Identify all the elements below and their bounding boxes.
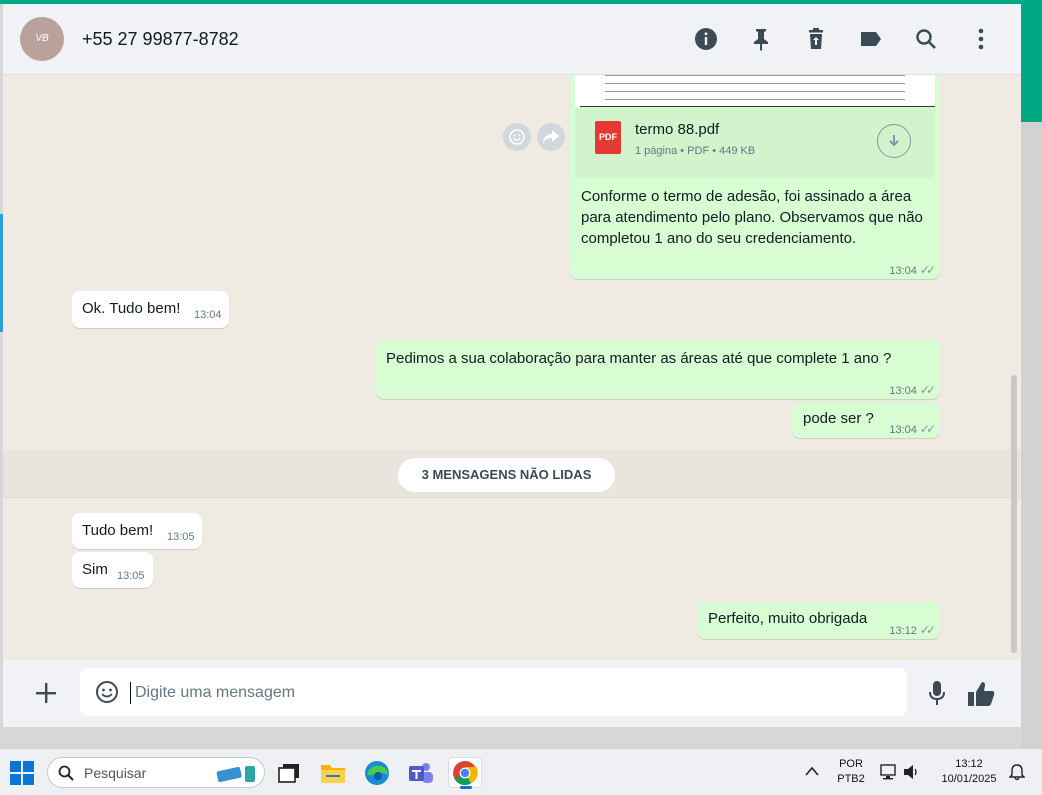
message-bubble-outgoing[interactable]: PDF termo 88.pdf 1 página • PDF • 449 KB… [570,75,940,279]
network-icon[interactable] [880,764,898,785]
avatar-initials: VB [35,33,49,44]
contact-name[interactable]: +55 27 99877-8782 [82,29,239,50]
read-receipt-icon: ✓✓ [919,263,936,277]
message-text: pode ser ? [803,410,874,427]
message-bubble-outgoing[interactable]: Pedimos a sua colaboração para manter as… [376,340,940,399]
sticker-icon[interactable] [95,680,119,704]
microphone-icon[interactable] [928,680,946,708]
message-time: 13:05 [167,531,195,543]
pdf-icon: PDF [595,121,621,154]
message-bubble-incoming[interactable]: Ok. Tudo bem! 13:04 [72,291,229,328]
message-meta: 13:04 ✓✓ [889,381,936,398]
attach-plus-icon[interactable] [35,682,57,704]
tray-expand-icon[interactable] [805,763,819,781]
message-text: Pedimos a sua colaboração para manter as… [386,350,892,367]
emoji-reaction-icon[interactable] [503,123,531,151]
thumbs-up-icon[interactable] [967,680,995,708]
search-highlight-icon [215,763,259,783]
document-preview[interactable] [575,75,935,107]
active-app-indicator [460,786,472,789]
message-meta: 13:04 ✓✓ [889,420,936,437]
unread-divider-strip: 3 MENSAGENS NÃO LIDAS [3,450,1021,498]
message-meta: 13:12 ✓✓ [889,621,936,638]
message-time: 13:04 [889,265,917,277]
read-receipt-icon: ✓✓ [919,422,936,436]
windows-start-icon[interactable] [10,761,34,785]
message-time: 13:05 [117,570,145,582]
message-input-placeholder[interactable]: Digite uma mensagem [135,684,295,702]
search-label: Pesquisar [84,765,147,781]
search-icon[interactable] [913,26,939,52]
message-text: Sim [82,561,108,578]
notification-icon[interactable] [1008,763,1026,786]
pdf-icon-label: PDF [599,132,617,142]
chrome-icon[interactable] [448,757,482,789]
message-bubble-incoming[interactable]: Sim 13:05 [72,552,153,588]
language-indicator[interactable]: POR PTB2 [833,757,869,787]
message-list[interactable]: PDF termo 88.pdf 1 página • PDF • 449 KB… [3,75,1021,660]
pin-icon[interactable] [748,26,774,52]
attachment-card[interactable]: PDF termo 88.pdf 1 página • PDF • 449 KB [575,108,935,178]
clock-time: 13:12 [955,758,983,770]
message-bubble-outgoing[interactable]: Perfeito, muito obrigada 13:12 ✓✓ [697,602,940,639]
delete-icon[interactable] [803,26,829,52]
info-icon[interactable] [693,26,719,52]
window-edge-accent [1021,4,1042,122]
chat-header: VB +55 27 99877-8782 [3,4,1021,75]
keyboard-layout: PTB2 [837,773,865,785]
contact-avatar[interactable]: VB [20,17,64,61]
read-receipt-icon: ✓✓ [919,623,936,637]
message-input-box[interactable]: Digite uma mensagem [80,668,907,716]
download-icon[interactable] [877,124,911,158]
search-icon [58,765,74,781]
language-code: POR [839,758,863,770]
message-time: 13:12 [889,625,917,637]
teams-icon[interactable] [404,757,438,788]
edge-browser-icon[interactable] [360,757,394,788]
windows-taskbar: Pesquisar POR PTB2 13:12 10/01/2025 [0,748,1042,795]
whatsapp-window: VB +55 27 99877-8782 PDF termo 88.pdf 1 … [3,4,1021,727]
file-explorer-icon[interactable] [316,757,350,788]
unread-divider: 3 MENSAGENS NÃO LIDAS [398,458,615,492]
clock-date: 10/01/2025 [941,773,997,785]
message-bubble-outgoing[interactable]: pode ser ? 13:04 ✓✓ [792,402,940,438]
menu-icon[interactable] [968,26,994,52]
volume-icon[interactable] [903,764,921,785]
file-meta: 1 página • PDF • 449 KB [635,145,756,157]
message-bubble-incoming[interactable]: Tudo bem! 13:05 [72,513,202,549]
forward-icon[interactable] [537,123,565,151]
message-text: Tudo bem! [82,522,154,539]
file-name: termo 88.pdf [635,121,720,138]
message-meta: 13:04 ✓✓ [889,261,936,278]
task-view-icon[interactable] [272,757,306,788]
read-receipt-icon: ✓✓ [919,383,936,397]
chat-scrollbar[interactable] [1011,375,1017,653]
composer: Digite uma mensagem [3,660,1021,727]
desktop-background [1021,122,1042,748]
message-time: 13:04 [194,309,222,321]
message-text: Ok. Tudo bem! [82,300,181,317]
label-icon[interactable] [858,26,884,52]
clock[interactable]: 13:12 10/01/2025 [935,757,1003,787]
text-cursor [130,682,131,704]
message-time: 13:04 [889,424,917,436]
message-text: Perfeito, muito obrigada [708,610,868,627]
message-text: Conforme o termo de adesão, foi assinado… [581,188,923,247]
taskbar-search[interactable]: Pesquisar [47,757,265,788]
message-time: 13:04 [889,385,917,397]
